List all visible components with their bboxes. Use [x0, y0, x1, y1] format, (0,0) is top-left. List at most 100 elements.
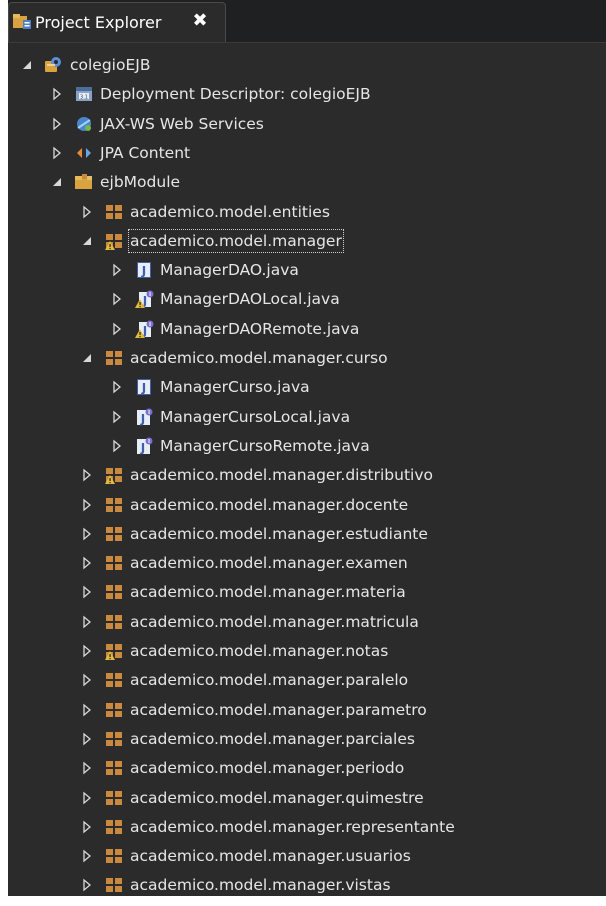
- collapsed-arrow-icon[interactable]: [80, 643, 94, 658]
- expanded-arrow-icon[interactable]: [80, 233, 94, 247]
- collapsed-arrow-icon[interactable]: [80, 204, 94, 218]
- tree-item[interactable]: J ManagerCurso.java: [8, 372, 606, 402]
- tree-item[interactable]: academico.model.manager.parametro: [8, 695, 606, 725]
- collapsed-arrow-icon[interactable]: [80, 790, 94, 804]
- tree-item-label: academico.model.manager.examen: [130, 554, 408, 573]
- tree-item-label: ManagerCursoRemote.java: [160, 436, 370, 455]
- package-icon: [104, 524, 124, 544]
- tree-item[interactable]: academico.model.manager.periodo: [8, 753, 606, 783]
- java-class-icon: J: [134, 377, 154, 397]
- tree-item[interactable]: academico.model.manager.docente: [8, 490, 606, 520]
- package-icon: [104, 817, 124, 837]
- tree-item-label: ManagerDAO.java: [160, 261, 299, 280]
- close-icon[interactable]: ✖: [189, 10, 211, 32]
- tree-item-label: academico.model.manager.parciales: [130, 729, 415, 748]
- collapsed-arrow-icon[interactable]: [80, 672, 94, 687]
- collapsed-arrow-icon[interactable]: [80, 584, 94, 599]
- collapsed-arrow-icon[interactable]: [80, 467, 94, 482]
- tree-item-label: academico.model.manager.periodo: [130, 759, 405, 778]
- collapsed-arrow-icon[interactable]: [80, 760, 94, 775]
- tree-item[interactable]: academico.model.manager.distributivo: [8, 460, 606, 490]
- tree-item-label: academico.model.manager.notas: [130, 642, 389, 660]
- tree-item-label: JAX-WS Web Services: [100, 114, 264, 133]
- tree-item-label: academico.model.manager.curso: [130, 349, 388, 367]
- package-icon: [104, 875, 124, 895]
- tree-item[interactable]: J ManagerDAO.java: [8, 255, 606, 285]
- tree-item[interactable]: 3.1 Deployment Descriptor: colegioEJB: [8, 79, 606, 109]
- svg-text:I: I: [149, 292, 151, 298]
- collapsed-arrow-icon[interactable]: [110, 409, 124, 423]
- tree-item[interactable]: academico.model.manager.paralelo: [8, 665, 606, 695]
- tree-item[interactable]: colegioEJB: [8, 50, 606, 80]
- collapsed-arrow-icon[interactable]: [50, 86, 64, 101]
- tree-item[interactable]: academico.model.manager.quimestre: [8, 783, 606, 813]
- tree-item-label: academico.model.manager.materia: [130, 583, 406, 602]
- package-warning-icon: [104, 641, 124, 661]
- collapsed-arrow-icon[interactable]: [80, 877, 94, 892]
- package-warning-icon: [104, 231, 124, 251]
- tree-item-label: academico.model.manager.estudiante: [130, 524, 428, 543]
- collapsed-arrow-icon[interactable]: [110, 438, 124, 453]
- collapsed-arrow-icon[interactable]: [110, 262, 124, 277]
- project-explorer-icon: [12, 12, 32, 36]
- collapsed-arrow-icon[interactable]: [80, 731, 94, 746]
- view-tab-bar: Project Explorer ✖: [8, 0, 606, 43]
- expanded-arrow-icon[interactable]: [50, 174, 64, 188]
- collapsed-arrow-icon[interactable]: [80, 526, 94, 541]
- tree-item[interactable]: academico.model.manager: [8, 226, 606, 256]
- tree-item[interactable]: academico.model.manager.estudiante: [8, 519, 606, 549]
- collapsed-arrow-icon[interactable]: [80, 555, 94, 570]
- project-explorer-panel: Project Explorer ✖ colegioEJB 3.1 Deployme…: [8, 0, 606, 906]
- tree-item-label: academico.model.manager.docente: [130, 495, 409, 514]
- collapsed-arrow-icon[interactable]: [80, 819, 94, 834]
- jpa-content-icon: [74, 143, 94, 163]
- tree-item[interactable]: JAX-WS Web Services: [8, 109, 606, 139]
- package-icon: [104, 729, 124, 749]
- collapsed-arrow-icon[interactable]: [50, 116, 64, 130]
- tree-item[interactable]: academico.model.manager.notas: [8, 636, 606, 666]
- tree-item-label: academico.model.manager.paralelo: [130, 671, 409, 690]
- tab-project-explorer[interactable]: Project Explorer ✖: [8, 2, 226, 42]
- tree-item[interactable]: academico.model.manager.examen: [8, 548, 606, 578]
- tree-item-label: academico.model.manager.representante: [130, 817, 455, 836]
- svg-text:J: J: [141, 381, 146, 395]
- expanded-arrow-icon[interactable]: [80, 350, 94, 364]
- tree-item-label: ManagerDAORemote.java: [160, 319, 360, 338]
- collapsed-arrow-icon[interactable]: [80, 497, 94, 511]
- tree-item[interactable]: academico.model.entities: [8, 197, 606, 227]
- tree-item-label: academico.model.manager: [128, 228, 344, 253]
- collapsed-arrow-icon[interactable]: [80, 848, 94, 863]
- package-icon: [104, 700, 124, 720]
- tree-item-label: academico.model.manager.distributivo: [130, 466, 433, 485]
- collapsed-arrow-icon[interactable]: [110, 321, 124, 336]
- package-icon: [104, 846, 124, 866]
- tree-item-label: academico.model.manager.parametro: [130, 700, 427, 719]
- collapsed-arrow-icon[interactable]: [50, 145, 64, 160]
- tree-item[interactable]: academico.model.manager.usuarios: [8, 841, 606, 871]
- tree-item[interactable]: ejbModule: [8, 167, 606, 197]
- svg-text:J: J: [140, 412, 145, 426]
- tree-item[interactable]: academico.model.manager.materia: [8, 577, 606, 607]
- package-warning-icon: [104, 465, 124, 485]
- collapsed-arrow-icon[interactable]: [80, 614, 94, 629]
- tree-item-label: academico.model.manager.usuarios: [130, 847, 411, 866]
- java-class-icon: J: [134, 260, 154, 280]
- tree-item[interactable]: J I ManagerCursoRemote.java: [8, 431, 606, 461]
- tree-item[interactable]: academico.model.manager.matricula: [8, 607, 606, 637]
- web-services-icon: [74, 114, 94, 134]
- tree-item[interactable]: academico.model.manager.representante: [8, 812, 606, 842]
- tree-item-label: Deployment Descriptor: colegioEJB: [100, 85, 371, 104]
- tree-item[interactable]: J I ManagerDAORemote.java: [8, 314, 606, 344]
- tree-item[interactable]: J I ManagerDAOLocal.java: [8, 284, 606, 314]
- expanded-arrow-icon[interactable]: [20, 57, 34, 71]
- svg-text:I: I: [149, 322, 151, 328]
- collapsed-arrow-icon[interactable]: [110, 291, 124, 306]
- bottom-margin: [0, 896, 606, 906]
- collapsed-arrow-icon[interactable]: [80, 702, 94, 716]
- tree-item[interactable]: academico.model.manager.curso: [8, 343, 606, 373]
- tree-item[interactable]: academico.model.manager.parciales: [8, 724, 606, 754]
- tree-item[interactable]: J I ManagerCursoLocal.java: [8, 402, 606, 432]
- tree-item-label: ManagerCursoLocal.java: [160, 407, 351, 426]
- collapsed-arrow-icon[interactable]: [110, 379, 124, 394]
- tree-item[interactable]: JPA Content: [8, 138, 606, 168]
